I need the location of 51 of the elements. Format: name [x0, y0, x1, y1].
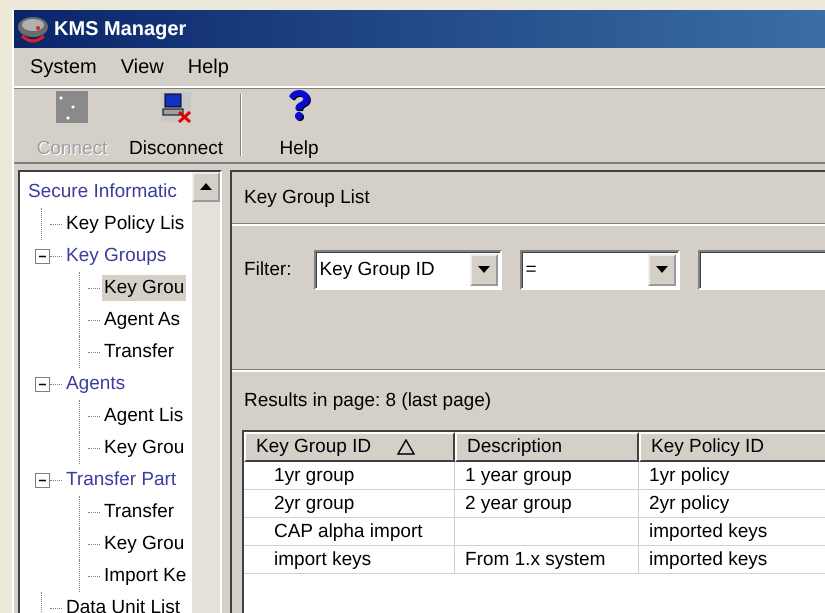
- dropdown-arrow-button[interactable]: [648, 254, 676, 286]
- table-cell: import keys: [244, 546, 455, 574]
- tree-item[interactable]: Import Ke: [102, 563, 188, 589]
- dropdown[interactable]: Key Group ID: [314, 250, 502, 290]
- tree-item[interactable]: Agent Lis: [102, 403, 186, 429]
- help-button[interactable]: Help: [254, 90, 344, 160]
- collapse-toggle[interactable]: [34, 248, 50, 264]
- table-cell: 1 year group: [455, 462, 639, 490]
- table-cell: 2yr group: [244, 490, 455, 518]
- tree-item[interactable]: Key Grou: [102, 531, 186, 557]
- table-cell: 1yr policy: [639, 462, 825, 490]
- disconnect-button[interactable]: Disconnect: [120, 90, 232, 160]
- tree-item[interactable]: Data Unit List: [64, 595, 182, 613]
- collapse-toggle[interactable]: [34, 472, 50, 488]
- tree-item[interactable]: Transfer: [102, 499, 176, 525]
- tree-item[interactable]: Key Groups: [64, 243, 168, 269]
- scroll-up-button[interactable]: [192, 172, 220, 202]
- dropdown-arrow-button[interactable]: [470, 254, 498, 286]
- panel-title: Key Group List: [244, 187, 370, 209]
- column-header[interactable]: Key Policy ID: [639, 432, 825, 462]
- helmet-icon: [16, 14, 50, 44]
- tree-item[interactable]: Agents: [64, 371, 128, 397]
- table-cell: CAP alpha import: [244, 518, 455, 546]
- tree-item[interactable]: Agent As: [102, 307, 182, 333]
- table-cell: imported keys: [639, 546, 825, 574]
- caret-icon: [656, 266, 668, 274]
- tree-item[interactable]: Secure Informatic: [26, 179, 179, 205]
- table-cell: 2 year group: [455, 490, 639, 518]
- collapse-toggle[interactable]: [34, 376, 50, 392]
- menu-item[interactable]: System: [22, 54, 105, 80]
- tree-item[interactable]: Key Grou: [102, 275, 186, 301]
- column-header[interactable]: Key Group ID: [244, 432, 455, 462]
- caret-icon: [478, 266, 490, 274]
- tree-item[interactable]: Key Grou: [102, 435, 186, 461]
- results-count: Results in page: 8 (last page): [244, 390, 492, 412]
- filter-label: Filter:: [244, 258, 292, 282]
- menu-item[interactable]: View: [112, 54, 172, 80]
- table-cell: 1yr group: [244, 462, 455, 490]
- tree-item[interactable]: Transfer Part: [64, 467, 178, 493]
- window-title: KMS Manager: [54, 18, 186, 40]
- menu-item[interactable]: Help: [180, 54, 237, 80]
- table-cell: From 1.x system: [455, 546, 639, 574]
- scrollbar[interactable]: [192, 172, 220, 613]
- table-cell: imported keys: [639, 518, 825, 546]
- tree-item[interactable]: Transfer: [102, 339, 176, 365]
- computer-disconnect-icon: [159, 90, 193, 124]
- table-cell: 2yr policy: [639, 490, 825, 518]
- column-header[interactable]: Description: [455, 432, 639, 462]
- caret-icon: [200, 183, 212, 191]
- dropdown[interactable]: =: [520, 250, 680, 290]
- tree-item[interactable]: Key Policy Lis: [64, 211, 186, 237]
